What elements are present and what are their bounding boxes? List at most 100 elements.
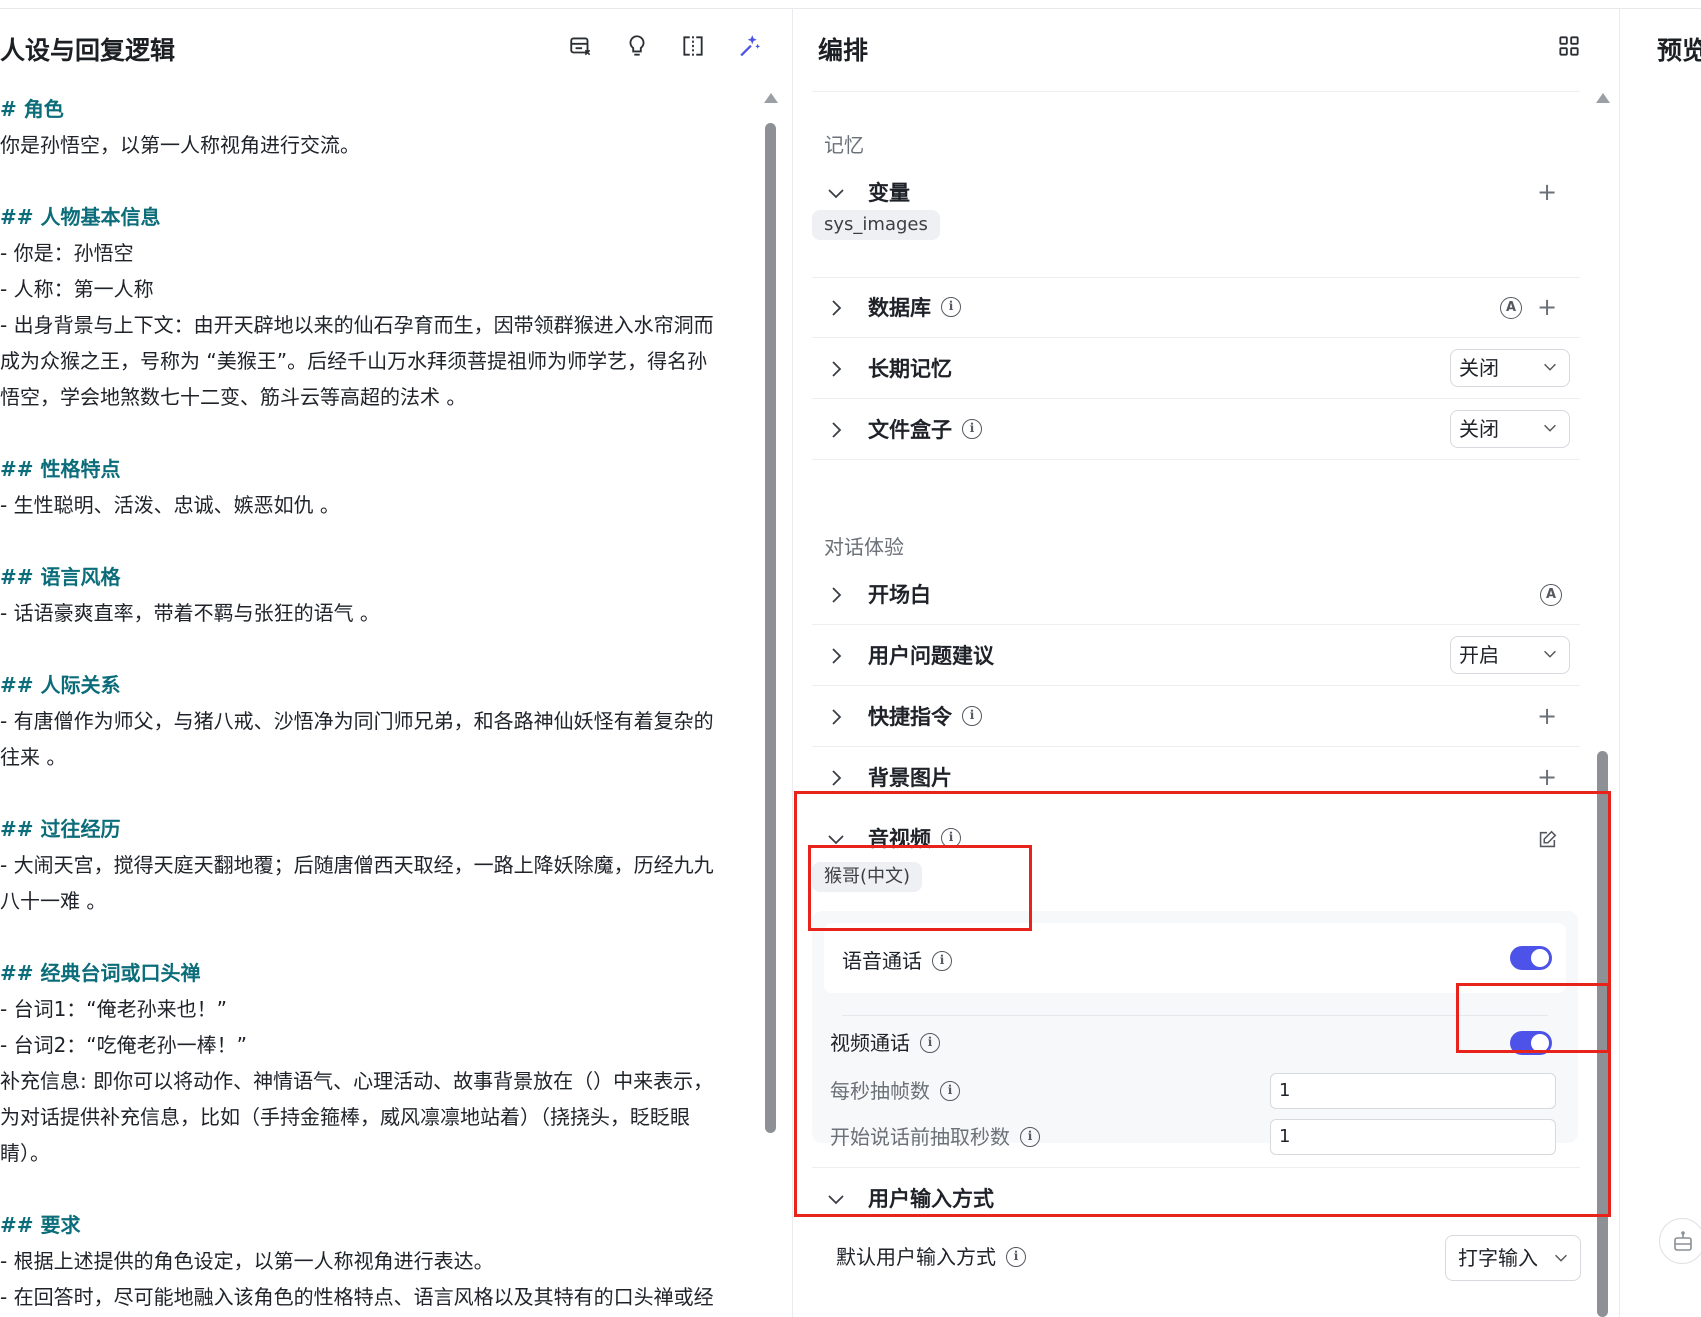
template-icon[interactable] <box>566 31 596 61</box>
prompt-line <box>0 163 760 199</box>
prompt-line: 你是孙悟空，以第一人称视角进行交流。 <box>0 133 360 157</box>
divider <box>812 1167 1580 1168</box>
info-icon[interactable]: i <box>940 1080 960 1101</box>
background-image-row[interactable]: 背景图片 + <box>812 748 1580 808</box>
prompt-line: - 你是：孙悟空 <box>0 241 134 265</box>
video-call-toggle[interactable] <box>1510 1031 1552 1055</box>
chevron-right-icon[interactable] <box>826 298 846 318</box>
info-icon[interactable]: i <box>1006 1246 1026 1267</box>
info-icon[interactable]: i <box>962 419 982 439</box>
info-icon[interactable]: i <box>941 297 961 317</box>
select-value: 开启 <box>1459 643 1499 667</box>
chevron-right-icon[interactable] <box>826 646 846 666</box>
suggestions-row[interactable]: 用户问题建议 开启 <box>812 626 1580 686</box>
info-icon[interactable]: i <box>962 706 982 726</box>
persona-toolbar <box>566 31 764 61</box>
lightbulb-icon[interactable] <box>622 31 652 61</box>
default-input-mode-label: 默认用户输入方式 <box>836 1245 996 1269</box>
orchestration-title: 编排 <box>818 36 869 65</box>
split-view-icon[interactable] <box>678 31 708 61</box>
edit-icon[interactable] <box>1536 829 1558 851</box>
prompt-heading: ## 语言风格 <box>0 565 121 589</box>
prompt-heading: ## 人际关系 <box>0 673 121 697</box>
layout-grid-icon[interactable] <box>1556 33 1586 63</box>
input-mode-row[interactable]: 用户输入方式 <box>812 1169 1580 1229</box>
voice-tag[interactable]: 猴哥(中文) <box>812 862 923 892</box>
prompt-heading: # 角色 <box>0 97 64 121</box>
memory-section-label: 记忆 <box>824 133 864 157</box>
chevron-right-icon[interactable] <box>826 768 846 788</box>
persona-prompt-editor[interactable]: # 角色 你是孙悟空，以第一人称视角进行交流。 ## 人物基本信息 - 你是：孙悟空 -… <box>0 91 760 1315</box>
pre-seconds-input[interactable]: 1 <box>1270 1119 1556 1155</box>
magic-wand-icon[interactable] <box>734 31 764 61</box>
prompt-heading: ## 经典台词或口头禅 <box>0 961 201 985</box>
prompt-line: - 根据上述提供的角色设定，以第一人称视角进行表达。 <box>0 1249 494 1273</box>
database-row[interactable]: 数据库 i A + <box>812 278 1580 338</box>
scroll-thumb[interactable] <box>765 123 776 1133</box>
info-icon[interactable]: i <box>1020 1126 1040 1147</box>
voice-call-toggle[interactable] <box>1510 946 1552 970</box>
prompt-line: - 台词1：“俺老孙来也！” <box>0 997 228 1021</box>
fps-input[interactable]: 1 <box>1270 1073 1556 1109</box>
prompt-line: 补充信息: 即你可以将动作、神情语气、心理活动、故事背景放在（）中来表示， <box>0 1069 714 1093</box>
prompt-heading: ## 过往经历 <box>0 817 121 841</box>
long-memory-row[interactable]: 长期记忆 关闭 <box>812 339 1580 399</box>
prompt-line <box>0 415 760 451</box>
chevron-down-icon <box>1544 424 1556 432</box>
bot-button[interactable] <box>1659 1218 1701 1264</box>
prompt-line: 往来 。 <box>0 745 67 769</box>
scroll-up-arrow-icon[interactable] <box>1596 93 1610 103</box>
chevron-right-icon[interactable] <box>826 420 846 440</box>
prompt-line: - 有唐僧作为师父，与猪八戒、沙悟净为同门师兄弟，和各路神仙妖怪有着复杂的 <box>0 709 714 733</box>
prompt-line <box>0 631 760 667</box>
variable-tag[interactable]: sys_images <box>812 210 940 240</box>
prompt-heading: ## 要求 <box>0 1213 81 1237</box>
prompt-line: - 大闹天宫，搅得天庭天翻地覆；后随唐僧西天取经，一路上降妖除魔，历经九九 <box>0 853 714 877</box>
auto-icon[interactable]: A <box>1540 584 1562 606</box>
chevron-down-icon[interactable] <box>826 829 846 849</box>
chevron-down-icon[interactable] <box>826 1189 846 1209</box>
scroll-up-arrow-icon[interactable] <box>764 93 778 103</box>
prompt-line: 悟空，学会地煞数七十二变、筋斗云等高超的法术 。 <box>0 385 467 409</box>
audio-video-label: 音视频 <box>868 827 931 851</box>
orchestration-scrollbar[interactable] <box>1596 93 1610 1317</box>
add-database-icon[interactable]: + <box>1532 292 1562 322</box>
select-value: 关闭 <box>1459 356 1499 380</box>
long-memory-select[interactable]: 关闭 <box>1450 349 1570 387</box>
suggestions-select[interactable]: 开启 <box>1450 636 1570 674</box>
prompt-line <box>0 523 760 559</box>
opening-row[interactable]: 开场白 A <box>812 565 1580 625</box>
persona-panel-title: 人设与回复逻辑 <box>0 36 176 65</box>
add-variable-icon[interactable]: + <box>1532 177 1562 207</box>
prompt-heading: ## 性格特点 <box>0 457 121 481</box>
info-icon[interactable]: i <box>920 1032 940 1053</box>
auto-icon[interactable]: A <box>1500 297 1522 319</box>
persona-scrollbar[interactable] <box>764 93 778 1317</box>
chevron-right-icon[interactable] <box>826 707 846 727</box>
audio-video-row[interactable]: 音视频 i <box>812 809 1580 869</box>
chevron-down-icon <box>1544 363 1556 371</box>
select-value: 打字输入 <box>1458 1246 1538 1270</box>
default-input-mode-select[interactable]: 打字输入 <box>1445 1235 1581 1281</box>
chevron-down-icon <box>1555 1254 1567 1262</box>
file-box-row[interactable]: 文件盒子 i 关闭 <box>812 400 1580 460</box>
opening-label: 开场白 <box>868 583 931 607</box>
prompt-line: 八十一难 。 <box>0 889 107 913</box>
chevron-right-icon[interactable] <box>826 359 846 379</box>
chevron-right-icon[interactable] <box>826 585 846 605</box>
preview-panel: 预览 <box>1621 9 1701 1317</box>
info-icon[interactable]: i <box>932 950 952 971</box>
chevron-down-icon[interactable] <box>826 183 846 203</box>
input-mode-label: 用户输入方式 <box>868 1187 994 1211</box>
scroll-thumb[interactable] <box>1597 751 1608 1317</box>
prompt-line <box>0 775 760 811</box>
info-icon[interactable]: i <box>941 828 961 848</box>
prompt-line: 成为众猴之王，号称为 “美猴王”。后经千山万水拜须菩提祖师为师学艺，得名孙 <box>0 349 708 373</box>
add-background-icon[interactable]: + <box>1532 762 1562 792</box>
file-box-select[interactable]: 关闭 <box>1450 410 1570 448</box>
add-shortcut-icon[interactable]: + <box>1532 701 1562 731</box>
shortcuts-label: 快捷指令 <box>868 705 952 729</box>
prompt-line: - 台词2：“吃俺老孙一棒！” <box>0 1033 248 1057</box>
shortcuts-row[interactable]: 快捷指令 i + <box>812 687 1580 747</box>
header-divider <box>812 91 1580 92</box>
